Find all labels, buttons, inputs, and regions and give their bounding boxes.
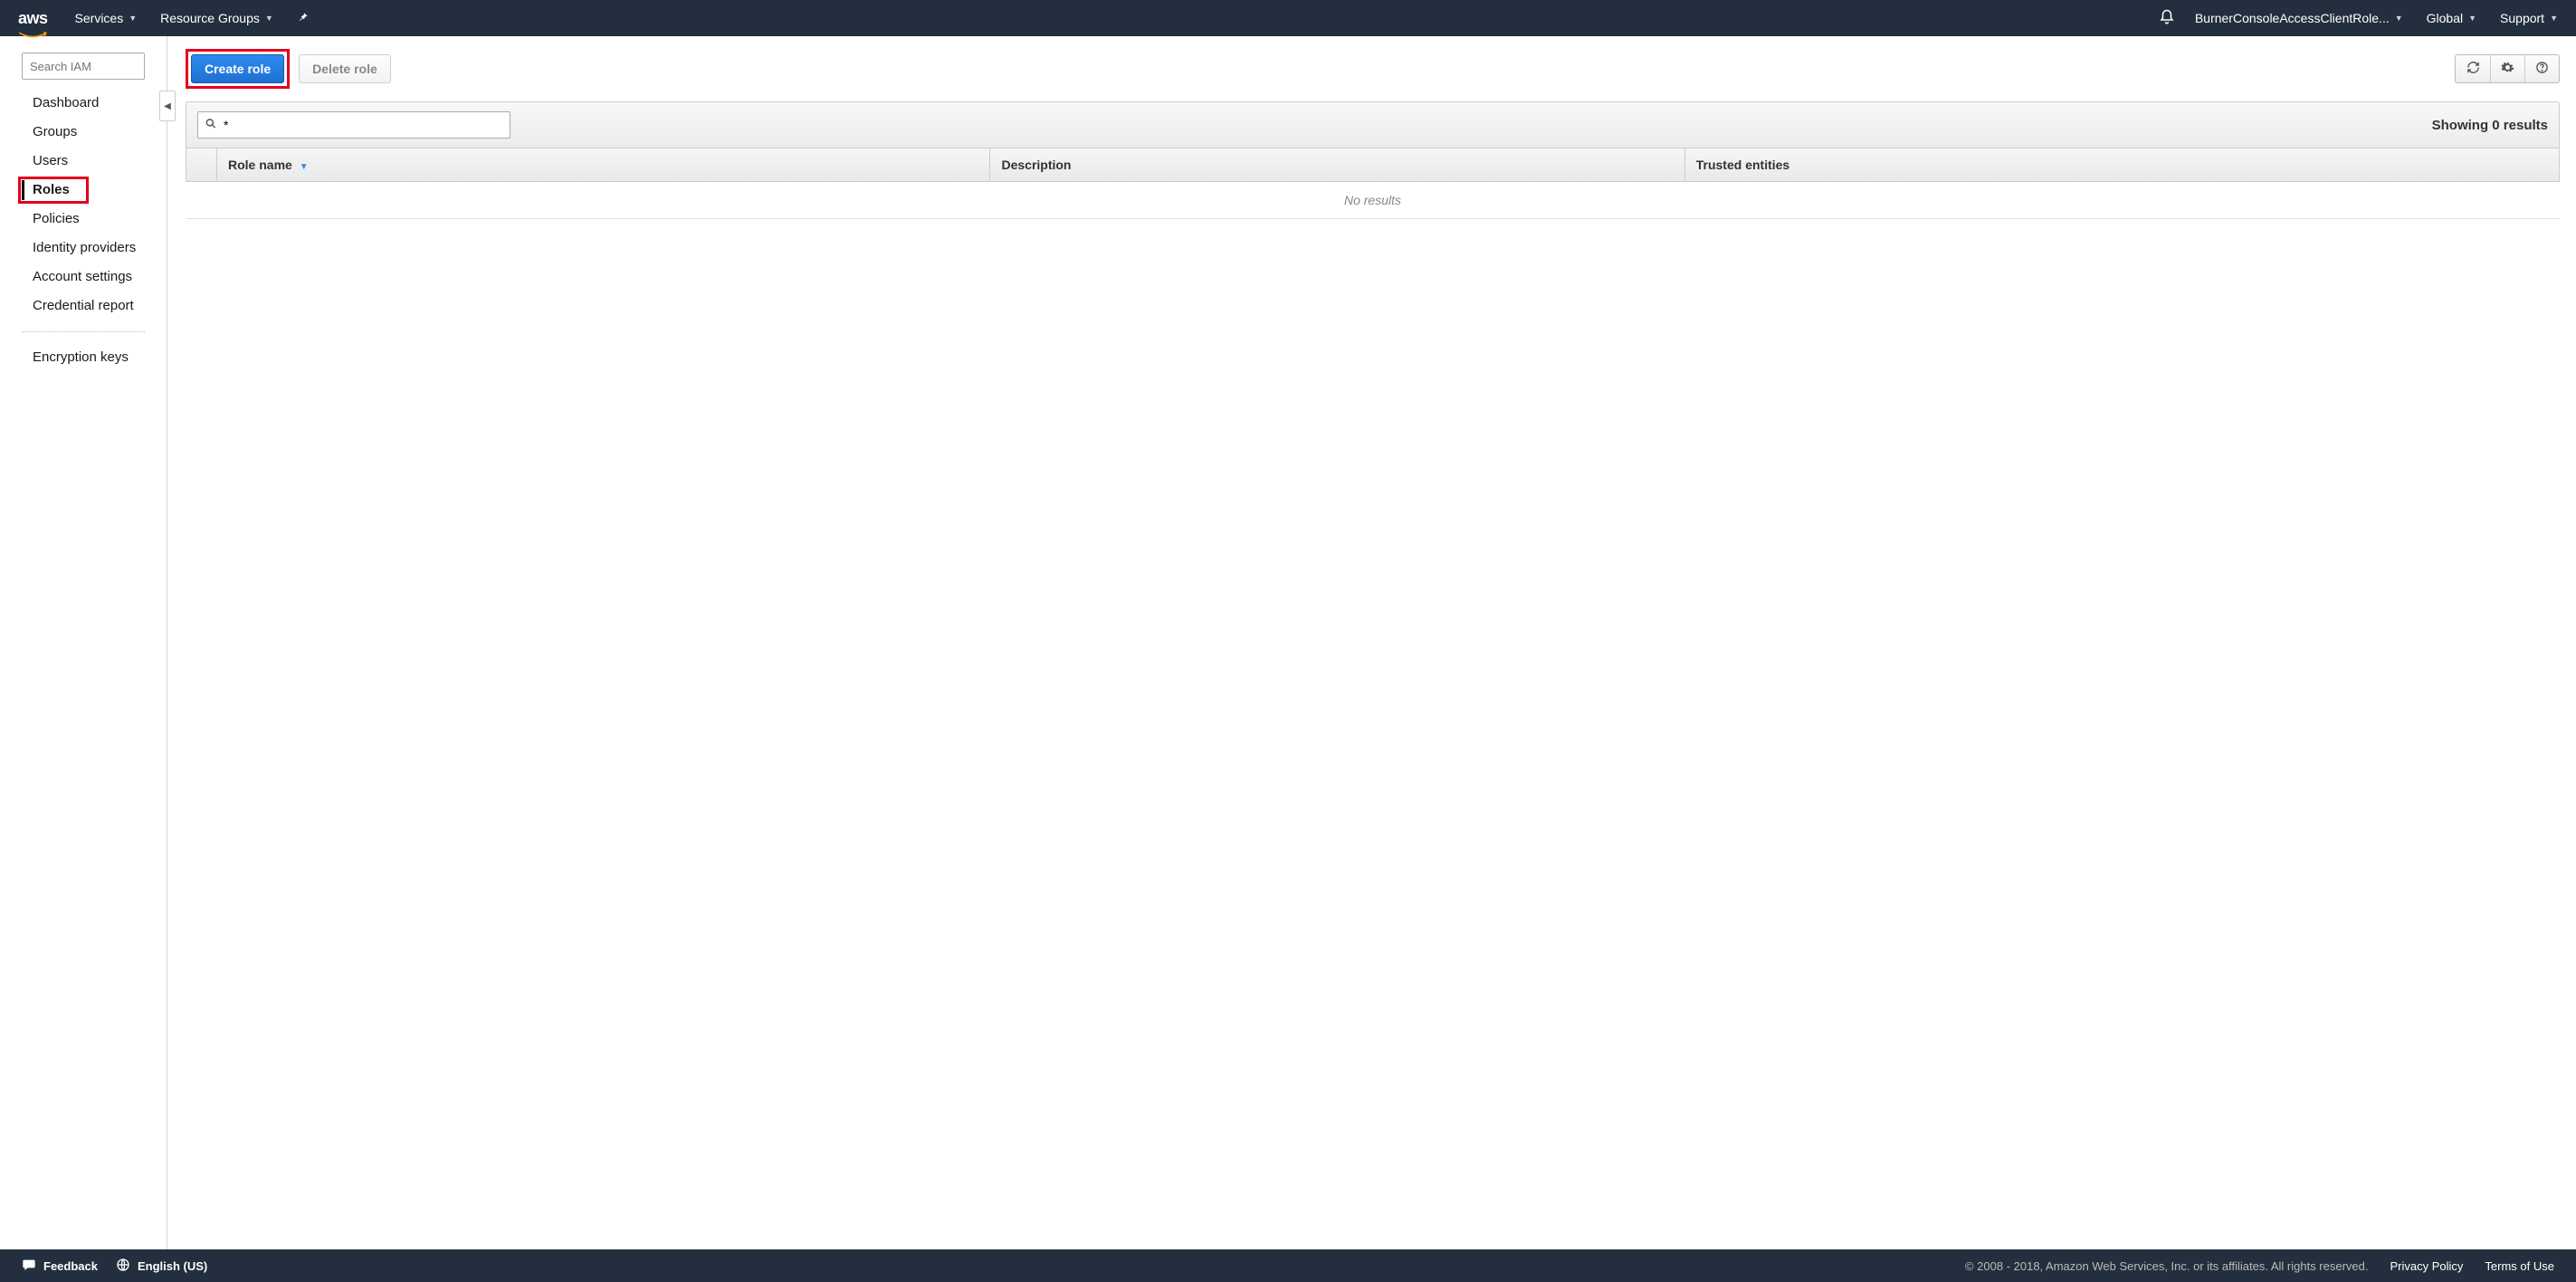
sidebar-item-dashboard[interactable]: Dashboard [0,89,167,118]
nav-services[interactable]: Services ▼ [75,11,138,25]
sidebar-item-label: Policies [33,211,80,226]
sidebar-item-label: Encryption keys [33,349,129,365]
settings-button[interactable] [2490,55,2524,82]
nav-account[interactable]: BurnerConsoleAccessClientRole... ▼ [2195,11,2403,25]
sidebar-nav-list: Dashboard Groups Users Roles Policies Identit… [0,89,167,320]
nav-account-label: BurnerConsoleAccessClientRole... [2195,11,2390,25]
sidebar-item-label: Groups [33,124,77,139]
nav-pin[interactable] [297,11,310,26]
roles-table: Role name ▼ Description Trusted entities… [186,148,2560,219]
toolbar: Create role Delete role [186,49,2560,89]
sidebar-item-account-settings[interactable]: Account settings [0,263,167,292]
table-row-empty: No results [186,182,2560,219]
sidebar-item-label: Users [33,153,68,168]
sidebar-item-users[interactable]: Users [0,147,167,176]
refresh-button[interactable] [2456,55,2490,82]
pin-icon [297,11,310,26]
sidebar-item-label: Identity providers [33,240,136,255]
gear-icon [2501,61,2514,78]
nav-resource-groups[interactable]: Resource Groups ▼ [160,11,273,25]
highlight-create-role: Create role [186,49,290,89]
caret-down-icon: ▼ [2468,14,2476,23]
sidebar-item-encryption-keys[interactable]: Encryption keys [0,343,167,372]
aws-logo[interactable]: aws [18,9,48,28]
language-selector[interactable]: English (US) [116,1258,207,1275]
sidebar-item-label: Credential report [33,298,134,313]
table-header-description[interactable]: Description [990,148,1684,182]
sidebar-item-identity-providers[interactable]: Identity providers [0,234,167,263]
sidebar-item-roles[interactable]: Roles [0,176,167,205]
toolbar-right-tools [2455,54,2560,83]
speech-bubble-icon [22,1258,36,1275]
results-count: Showing 0 results [2432,118,2548,133]
nav-region[interactable]: Global ▼ [2427,11,2476,25]
notifications-button[interactable] [2159,9,2175,28]
table-header-description-label: Description [1001,158,1071,172]
caret-down-icon: ▼ [129,14,137,23]
sidebar-item-label: Roles [33,182,70,197]
globe-icon [116,1258,130,1275]
help-icon [2535,61,2549,78]
table-header-role-name-label: Role name [228,158,292,172]
table-header-role-name[interactable]: Role name ▼ [217,148,990,182]
sidebar-item-label: Account settings [33,269,132,284]
sidebar-search-input[interactable] [22,53,145,80]
table-header-trusted-entities-label: Trusted entities [1696,158,1789,172]
feedback-label: Feedback [43,1259,98,1273]
nav-services-label: Services [75,11,124,25]
roles-filter-input[interactable] [197,111,510,139]
table-header-select [186,148,217,182]
sidebar-item-label: Dashboard [33,95,99,110]
sidebar-extra-list: Encryption keys [0,343,167,372]
sidebar-item-groups[interactable]: Groups [0,118,167,147]
caret-down-icon: ▼ [265,14,273,23]
main-area: Dashboard Groups Users Roles Policies Identit… [0,36,2576,1249]
sidebar-divider [22,331,145,332]
help-button[interactable] [2524,55,2559,82]
sidebar-item-credential-report[interactable]: Credential report [0,292,167,320]
delete-role-button: Delete role [299,54,391,83]
terms-of-use-link[interactable]: Terms of Use [2485,1259,2554,1273]
footer: Feedback English (US) © 2008 - 2018, Ama… [0,1249,2576,1282]
create-role-button[interactable]: Create role [191,54,284,83]
nav-support-label: Support [2500,11,2544,25]
caret-down-icon: ▼ [2550,14,2558,23]
sidebar-item-policies[interactable]: Policies [0,205,167,234]
top-navbar: aws Services ▼ Resource Groups ▼ BurnerC… [0,0,2576,36]
privacy-policy-link[interactable]: Privacy Policy [2390,1259,2464,1273]
content-area: Create role Delete role [167,36,2576,1249]
sidebar: Dashboard Groups Users Roles Policies Identit… [0,36,167,1249]
feedback-link[interactable]: Feedback [22,1258,98,1275]
bell-icon [2159,9,2175,28]
caret-down-icon: ▼ [2395,14,2403,23]
footer-copyright: © 2008 - 2018, Amazon Web Services, Inc.… [1965,1259,2369,1273]
nav-region-label: Global [2427,11,2463,25]
chevron-left-icon: ◀ [164,101,171,111]
sort-down-icon: ▼ [300,162,309,172]
language-label: English (US) [138,1259,207,1273]
nav-support[interactable]: Support ▼ [2500,11,2558,25]
table-header-trusted-entities[interactable]: Trusted entities [1684,148,2559,182]
sidebar-collapse-handle[interactable]: ◀ [159,91,176,121]
refresh-icon [2466,61,2480,78]
filter-bar: Showing 0 results [186,101,2560,148]
no-results-cell: No results [186,182,2560,219]
aws-logo-swoosh-icon [18,24,48,32]
nav-resource-groups-label: Resource Groups [160,11,260,25]
